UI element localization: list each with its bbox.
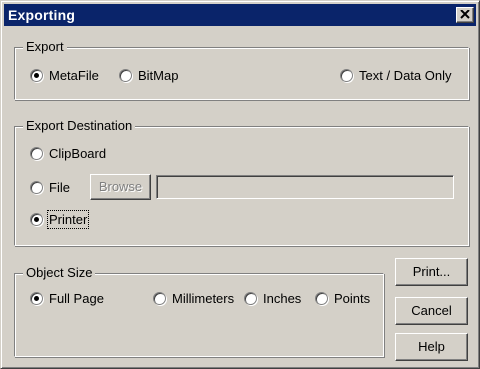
bitmap-radio[interactable]: BitMap (119, 67, 178, 83)
points-radio-circle[interactable] (315, 291, 328, 305)
object-size-group: Object Size Full Page Millimeters Inches… (14, 265, 384, 357)
printer-label: Printer (46, 209, 90, 229)
title-bar[interactable]: Exporting (4, 4, 476, 26)
full-page-radio[interactable]: Full Page (30, 290, 104, 306)
file-radio[interactable]: File (30, 179, 70, 195)
metafile-radio-circle[interactable] (30, 68, 43, 82)
window-title: Exporting (8, 7, 76, 23)
metafile-radio[interactable]: MetaFile (30, 67, 99, 83)
cancel-button[interactable]: Cancel (395, 297, 468, 325)
metafile-label: MetaFile (49, 67, 99, 83)
millimeters-radio-circle[interactable] (153, 291, 166, 305)
bitmap-radio-circle[interactable] (119, 68, 132, 82)
close-x-icon (460, 10, 470, 19)
browse-button[interactable]: Browse (90, 174, 151, 200)
printer-radio-circle[interactable] (30, 212, 43, 226)
inches-radio-circle[interactable] (244, 291, 257, 305)
full-page-label: Full Page (49, 290, 104, 306)
help-button[interactable]: Help (395, 333, 468, 361)
export-group-caption: Export (23, 39, 67, 55)
points-label: Points (334, 290, 371, 306)
export-group: Export MetaFile BitMap Text / Data Only (14, 39, 469, 100)
file-radio-circle[interactable] (30, 180, 43, 194)
exporting-dialog: Exporting Export MetaFile BitMap Text / … (0, 0, 480, 369)
file-path-field[interactable] (156, 175, 454, 199)
close-button[interactable] (456, 7, 474, 23)
text-data-only-label: Text / Data Only (359, 67, 452, 83)
export-destination-group: Export Destination ClipBoard File Browse… (14, 118, 469, 246)
clipboard-radio-circle[interactable] (30, 146, 43, 160)
object-size-caption: Object Size (23, 265, 96, 281)
text-data-only-radio-circle[interactable] (340, 68, 353, 82)
text-data-only-radio[interactable]: Text / Data Only (340, 67, 451, 83)
bitmap-label: BitMap (138, 67, 179, 83)
full-page-radio-circle[interactable] (30, 291, 43, 305)
clipboard-label: ClipBoard (49, 145, 107, 161)
inches-radio[interactable]: Inches (244, 290, 301, 306)
printer-radio[interactable]: Printer (30, 209, 90, 229)
clipboard-radio[interactable]: ClipBoard (30, 145, 106, 161)
millimeters-radio[interactable]: Millimeters (153, 290, 234, 306)
millimeters-label: Millimeters (172, 290, 235, 306)
inches-label: Inches (263, 290, 302, 306)
print-button[interactable]: Print... (395, 258, 468, 286)
file-label: File (49, 179, 70, 195)
points-radio[interactable]: Points (315, 290, 370, 306)
export-destination-caption: Export Destination (23, 118, 136, 134)
